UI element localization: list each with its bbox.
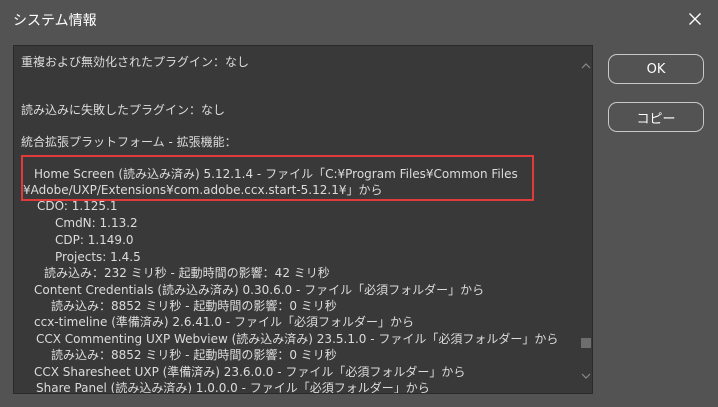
info-line: CmdN: 1.13.2 (55, 216, 138, 230)
info-line: ccx-timeline (準備済み) 2.6.41.0 - ファイル「必須フォ… (34, 315, 414, 329)
info-line-highlighted: Home Screen (読み込み済み) 5.12.1.4 - ファイル「C:¥… (34, 167, 518, 181)
close-button[interactable] (671, 0, 718, 38)
close-icon (688, 13, 701, 25)
info-line: 重複および無効化されたプラグイン：なし (21, 55, 250, 69)
info-line: 統合拡張プラットフォーム - 拡張機能： (21, 135, 237, 149)
info-line: 読み込み：232 ミリ秒 - 起動時間の影響：42 ミリ秒 (44, 266, 330, 280)
info-line-highlighted: ¥Adobe/UXP/Extensions¥com.adobe.ccx.star… (23, 183, 383, 197)
info-line: Projects: 1.4.5 (55, 250, 141, 264)
chevron-up-icon (581, 63, 591, 69)
system-info-text-area[interactable]: 重複および無効化されたプラグイン：なし 読み込みに失敗したプラグイン：なし 統合… (13, 45, 593, 394)
info-line: CDO: 1.125.1 (37, 199, 118, 213)
info-line: 読み込み：8852 ミリ秒 - 起動時間の影響：0 ミリ秒 (51, 299, 337, 313)
vertical-scrollbar[interactable] (580, 46, 592, 393)
scrollbar-thumb[interactable] (581, 338, 591, 348)
window-title: システム情報 (13, 13, 97, 29)
info-line: 読み込みに失敗したプラグイン：なし (21, 103, 226, 117)
info-line: CCX Commenting UXP Webview (読み込み済み) 23.5… (36, 332, 559, 346)
info-line: CDP: 1.149.0 (55, 233, 134, 247)
copy-button[interactable]: コピー (608, 102, 704, 132)
title-bar: システム情報 (0, 0, 718, 38)
ok-button[interactable]: OK (608, 54, 704, 84)
scroll-down-button[interactable] (580, 370, 592, 382)
info-line: Share Panel (読み込み済み) 1.0.0.0 - ファイル「必須フォ… (36, 381, 430, 394)
chevron-down-icon (581, 373, 591, 379)
scroll-up-button[interactable] (580, 60, 592, 72)
info-line: CCX Sharesheet UXP (準備済み) 23.6.0.0 - ファイ… (34, 365, 466, 379)
info-line: 読み込み：8852 ミリ秒 - 起動時間の影響：0 ミリ秒 (51, 348, 337, 362)
info-line: Content Credentials (読み込み済み) 0.30.6.0 - … (34, 283, 485, 297)
